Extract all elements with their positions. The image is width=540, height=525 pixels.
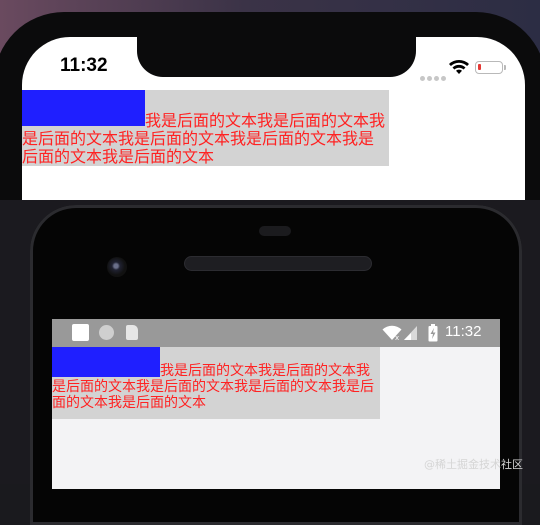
signal-icon	[404, 326, 417, 340]
ios-status-icons	[420, 58, 510, 81]
ios-device: 11:32 我是后面的文本我是后面的文本我是后面的文本我是后面的文本我是后面的文…	[0, 0, 540, 200]
wifi-icon	[449, 60, 469, 74]
earpiece	[259, 226, 291, 236]
cellular-dots-icon	[420, 66, 448, 85]
float-blue-box	[22, 90, 145, 126]
ios-notch	[137, 37, 416, 77]
battery-charging-icon	[428, 324, 438, 342]
battery-icon	[475, 61, 506, 74]
android-demo-container: 我是后面的文本我是后面的文本我是后面的文本我是后面的文本我是后面的文本我是后面的…	[52, 347, 380, 419]
svg-text:x: x	[395, 334, 399, 341]
ios-demo-container: 我是后面的文本我是后面的文本我是后面的文本我是后面的文本我是后面的文本我是后面的…	[22, 90, 389, 166]
notification-circle-icon	[99, 325, 114, 340]
battery-level	[478, 64, 481, 70]
watermark: @稀土掘金技术社区	[424, 458, 523, 471]
front-camera	[107, 257, 127, 277]
notification-square-icon	[72, 324, 89, 341]
ios-status-time: 11:32	[60, 55, 108, 76]
wifi-icon: x	[382, 325, 402, 341]
speaker-grille	[185, 257, 371, 270]
android-status-time: 11:32	[445, 323, 482, 340]
float-blue-box	[52, 347, 160, 377]
android-status-bar: x 11:32	[52, 319, 500, 347]
sd-card-icon	[126, 325, 138, 340]
